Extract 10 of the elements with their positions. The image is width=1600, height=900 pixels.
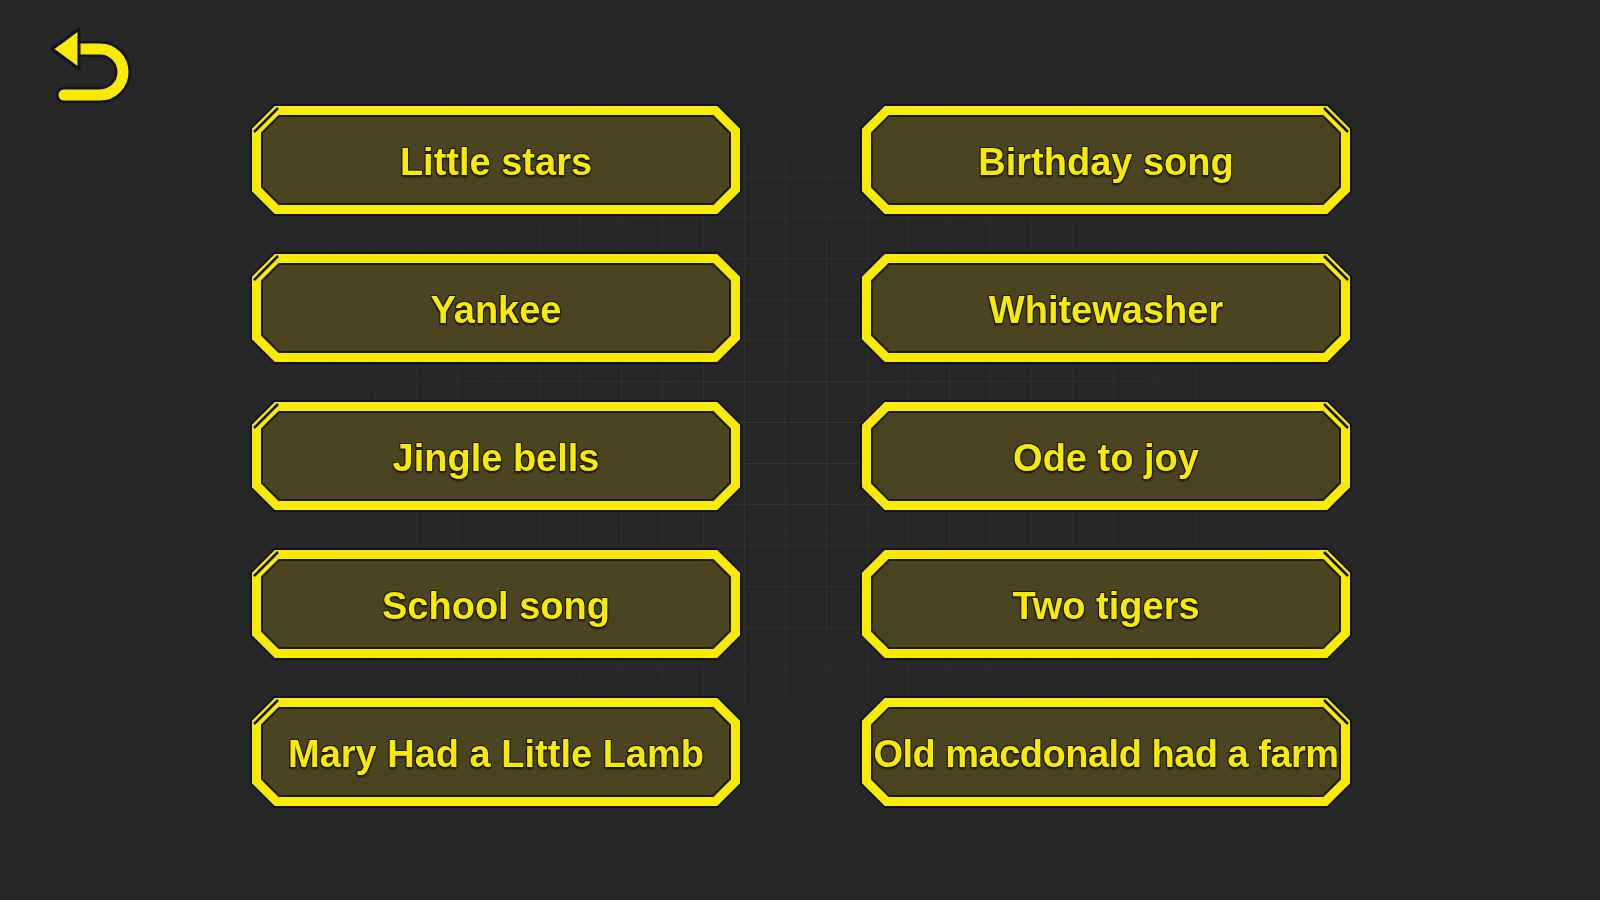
- song-button[interactable]: Little stars: [250, 104, 742, 216]
- song-button[interactable]: Birthday song: [860, 104, 1352, 216]
- song-button[interactable]: Jingle bells: [250, 400, 742, 512]
- song-button[interactable]: Yankee: [250, 252, 742, 364]
- song-button[interactable]: Whitewasher: [860, 252, 1352, 364]
- song-button[interactable]: Ode to joy: [860, 400, 1352, 512]
- song-button[interactable]: Old macdonald had a farm: [860, 696, 1352, 808]
- song-button[interactable]: Mary Had a Little Lamb: [250, 696, 742, 808]
- song-button[interactable]: Two tigers: [860, 548, 1352, 660]
- song-button[interactable]: School song: [250, 548, 742, 660]
